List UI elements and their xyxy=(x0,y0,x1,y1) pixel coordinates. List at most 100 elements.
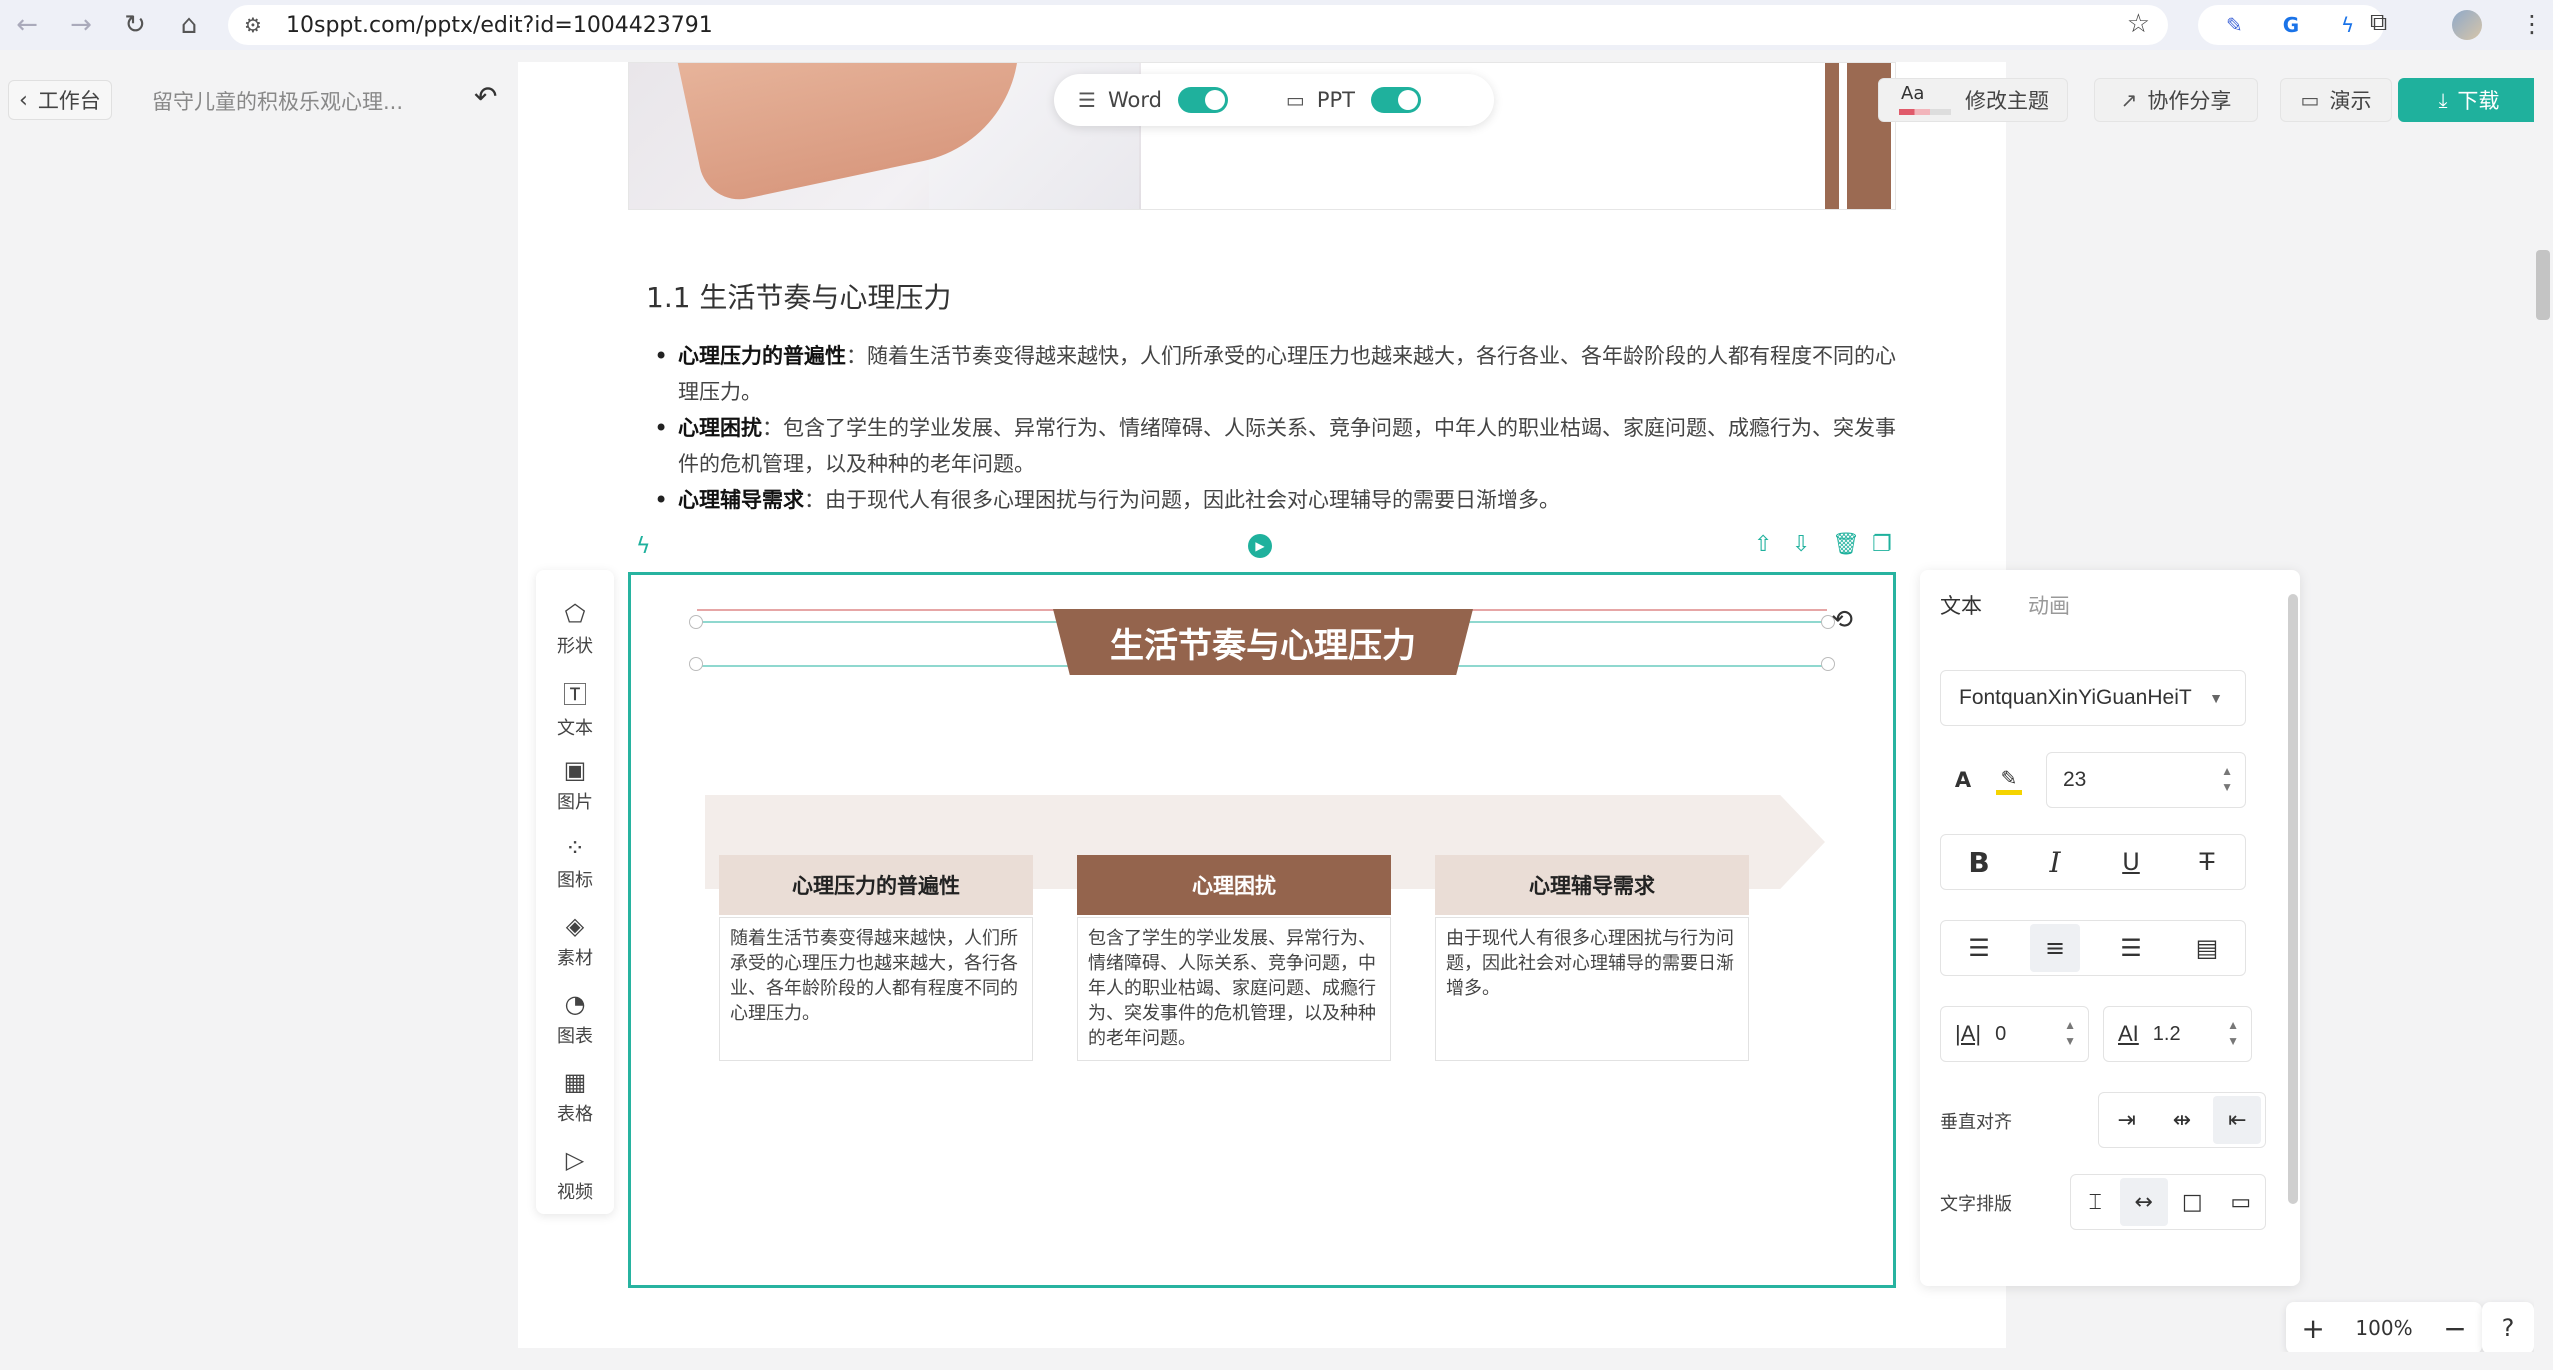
word-toggle[interactable]: ☰ Word xyxy=(1078,87,1228,113)
font-size-input[interactable]: 23 ▲ ▼ xyxy=(2046,752,2246,808)
present-button[interactable]: ▭ 演示 xyxy=(2280,78,2392,122)
align-center-icon[interactable]: ≡ xyxy=(2030,924,2080,972)
zoom-out-icon[interactable]: − xyxy=(2443,1312,2466,1345)
slide-toolbar: ϟ ▶ ⇧ ⇩ 🗑 ❐ xyxy=(518,532,2006,562)
list-item: 心理辅导需求：由于现代人有很多心理困扰与行为问题，因此社会对心理辅导的需要日渐增… xyxy=(654,482,1908,518)
tool-material[interactable]: ◈ 素材 xyxy=(536,902,614,980)
font-color-button[interactable]: A xyxy=(1940,752,1986,808)
back-to-workspace-button[interactable]: ‹ 工作台 xyxy=(8,80,112,120)
help-icon[interactable]: ? xyxy=(2482,1302,2534,1354)
letter-spacing-input[interactable]: |A| 0 ▲ ▼ xyxy=(1940,1006,2089,1062)
move-down-icon[interactable]: ⇩ xyxy=(1792,532,1810,557)
text-icon: 🅃 xyxy=(563,680,587,709)
tool-text[interactable]: 🅃 文本 xyxy=(536,668,614,746)
align-left-icon[interactable]: ☰ xyxy=(1954,924,2004,972)
font-family-select[interactable]: FontquanXinYiGuanHeiT ▼ xyxy=(1940,670,2246,726)
tool-icon-library[interactable]: ⁘ 图标 xyxy=(536,824,614,902)
tool-label: 形状 xyxy=(557,636,593,657)
layout-horizontal-icon[interactable]: ↔ xyxy=(2119,1178,2168,1226)
zoom-control: + 100% − xyxy=(2286,1302,2482,1354)
delete-icon[interactable]: 🗑 xyxy=(1832,532,1860,557)
tool-chart[interactable]: ◔ 图表 xyxy=(536,980,614,1058)
resize-handle[interactable] xyxy=(1821,657,1835,671)
ai-bolt-icon[interactable]: ϟ xyxy=(636,534,651,559)
italic-button[interactable]: I xyxy=(2030,838,2080,886)
underline-button[interactable]: U xyxy=(2106,838,2156,886)
browser-menu-icon[interactable]: ⋮ xyxy=(2520,10,2544,38)
tab-text[interactable]: 文本 xyxy=(1940,590,1982,620)
slide-canvas[interactable]: 生活节奏与心理压力 ⟲ 心理压力的普遍性 随着生活节奏变得越来越快，人们所承受的… xyxy=(628,572,1896,1288)
ppt-slide-icon: ▭ xyxy=(1285,88,1305,112)
layout-box-icon[interactable]: □ xyxy=(2168,1178,2216,1226)
card-2[interactable]: 心理困扰 包含了学生的学业发展、异常行为、情绪障碍、人际关系、竞争问题，中年人的… xyxy=(1077,855,1391,1061)
panel-scrollbar[interactable] xyxy=(2286,570,2300,1286)
card-title: 心理困扰 xyxy=(1077,855,1391,915)
layout-caption-icon[interactable]: ▭ xyxy=(2217,1178,2265,1226)
browser-home-icon[interactable]: ⌂ xyxy=(162,0,216,50)
slide-title[interactable]: 生活节奏与心理压力 xyxy=(1053,609,1473,675)
ppt-toggle[interactable]: ▭ PPT xyxy=(1286,87,1421,113)
browser-back-icon[interactable]: ← xyxy=(0,0,54,50)
chevron-left-icon: ‹ xyxy=(19,87,28,113)
site-settings-icon[interactable]: ⚙ xyxy=(244,13,274,37)
browser-reload-icon[interactable]: ↻ xyxy=(108,0,162,50)
present-label: 演示 xyxy=(2329,89,2372,113)
card-body: 包含了学生的学业发展、异常行为、情绪障碍、人际关系、竞争问题，中年人的职业枯竭、… xyxy=(1077,917,1391,1061)
horizontal-scrollbar[interactable] xyxy=(0,1352,2553,1370)
text-layout-options: ⌶ ↔ □ ▭ xyxy=(2070,1174,2266,1230)
undo-icon[interactable]: ↶ xyxy=(474,80,497,113)
bullet-text: ：包含了学生的学业发展、异常行为、情绪障碍、人际关系、竞争问题，中年人的职业枯竭… xyxy=(678,416,1896,476)
extensions-puzzle-icon[interactable]: ⧉ xyxy=(2370,8,2404,36)
align-justify-icon[interactable]: ▤ xyxy=(2182,924,2232,972)
duplicate-icon[interactable]: ❐ xyxy=(1872,532,1892,557)
align-middle-icon[interactable]: ⇹ xyxy=(2158,1096,2206,1144)
align-bottom-icon[interactable]: ⇤ xyxy=(2213,1096,2262,1144)
tool-image[interactable]: ▣ 图片 xyxy=(536,746,614,824)
theme-label: 修改主题 xyxy=(1965,89,2049,113)
word-switch[interactable] xyxy=(1177,87,1228,113)
document-title[interactable]: 留守儿童的积极乐观心理... xyxy=(152,86,403,116)
highlight-color-button[interactable]: ✎ xyxy=(1986,752,2032,808)
profile-avatar[interactable] xyxy=(2452,10,2482,40)
extension-bolt-icon[interactable]: ϟ xyxy=(2332,9,2364,41)
zoom-level: 100% xyxy=(2355,1316,2413,1340)
zoom-in-icon[interactable]: + xyxy=(2301,1312,2324,1345)
browser-forward-icon[interactable]: → xyxy=(54,0,108,50)
resize-handle[interactable] xyxy=(689,657,703,671)
strikethrough-button[interactable]: T xyxy=(2182,838,2232,886)
tool-shape[interactable]: ⬠ 形状 xyxy=(536,590,614,668)
line-height-stepper-icon[interactable]: ▲ ▼ xyxy=(2227,1017,2239,1049)
theme-swatch-icon: Aa xyxy=(1897,83,1953,117)
resize-handle[interactable] xyxy=(689,615,703,629)
card-body: 随着生活节奏变得越来越快，人们所承受的心理压力也越来越大，各行各业、各年龄阶段的… xyxy=(719,917,1033,1061)
extension-pen-icon[interactable]: ✎ xyxy=(2218,9,2250,41)
page-scrollbar[interactable] xyxy=(2534,62,2553,1352)
font-size-stepper-icon[interactable]: ▲ ▼ xyxy=(2221,763,2233,795)
download-button[interactable]: ⤓ 下载 xyxy=(2398,78,2540,122)
extension-translate-icon[interactable]: G xyxy=(2275,9,2307,41)
tab-animation[interactable]: 动画 xyxy=(2028,590,2070,620)
ppt-switch[interactable] xyxy=(1370,87,1421,113)
address-bar[interactable]: ⚙ 10sppt.com/pptx/edit?id=1004423791 ☆ xyxy=(228,5,2168,45)
share-button[interactable]: ↗ 协作分享 xyxy=(2094,78,2258,122)
layout-vertical-icon[interactable]: ⌶ xyxy=(2071,1178,2119,1226)
highlighter-icon: ✎ xyxy=(2000,765,2018,790)
tool-table[interactable]: ▦ 表格 xyxy=(536,1058,614,1136)
spacing-row: |A| 0 ▲ ▼ AI 1.2 ▲ ▼ xyxy=(1940,1006,2266,1062)
align-right-icon[interactable]: ☰ xyxy=(2106,924,2156,972)
move-up-icon[interactable]: ⇧ xyxy=(1754,532,1772,557)
bookmark-star-icon[interactable]: ☆ xyxy=(2127,9,2150,39)
image-icon: ▣ xyxy=(563,756,587,784)
rotate-handle-icon[interactable]: ⟲ xyxy=(1831,605,1853,635)
letter-spacing-stepper-icon[interactable]: ▲ ▼ xyxy=(2064,1017,2076,1049)
tool-label: 素材 xyxy=(557,948,593,969)
play-slide-icon[interactable]: ▶ xyxy=(1248,534,1272,558)
card-1[interactable]: 心理压力的普遍性 随着生活节奏变得越来越快，人们所承受的心理压力也越来越大，各行… xyxy=(719,855,1033,1061)
align-top-icon[interactable]: ⇥ xyxy=(2103,1096,2151,1144)
bold-button[interactable]: B xyxy=(1954,838,2004,886)
line-height-input[interactable]: AI 1.2 ▲ ▼ xyxy=(2103,1006,2252,1062)
bullet-list: 心理压力的普遍性：随着生活节奏变得越来越快，人们所承受的心理压力也越来越大，各行… xyxy=(654,338,1908,518)
change-theme-button[interactable]: Aa 修改主题 xyxy=(1878,78,2068,122)
tool-video[interactable]: ▷ 视频 xyxy=(536,1136,614,1214)
card-3[interactable]: 心理辅导需求 由于现代人有很多心理困扰与行为问题，因此社会对心理辅导的需要日渐增… xyxy=(1435,855,1749,1061)
